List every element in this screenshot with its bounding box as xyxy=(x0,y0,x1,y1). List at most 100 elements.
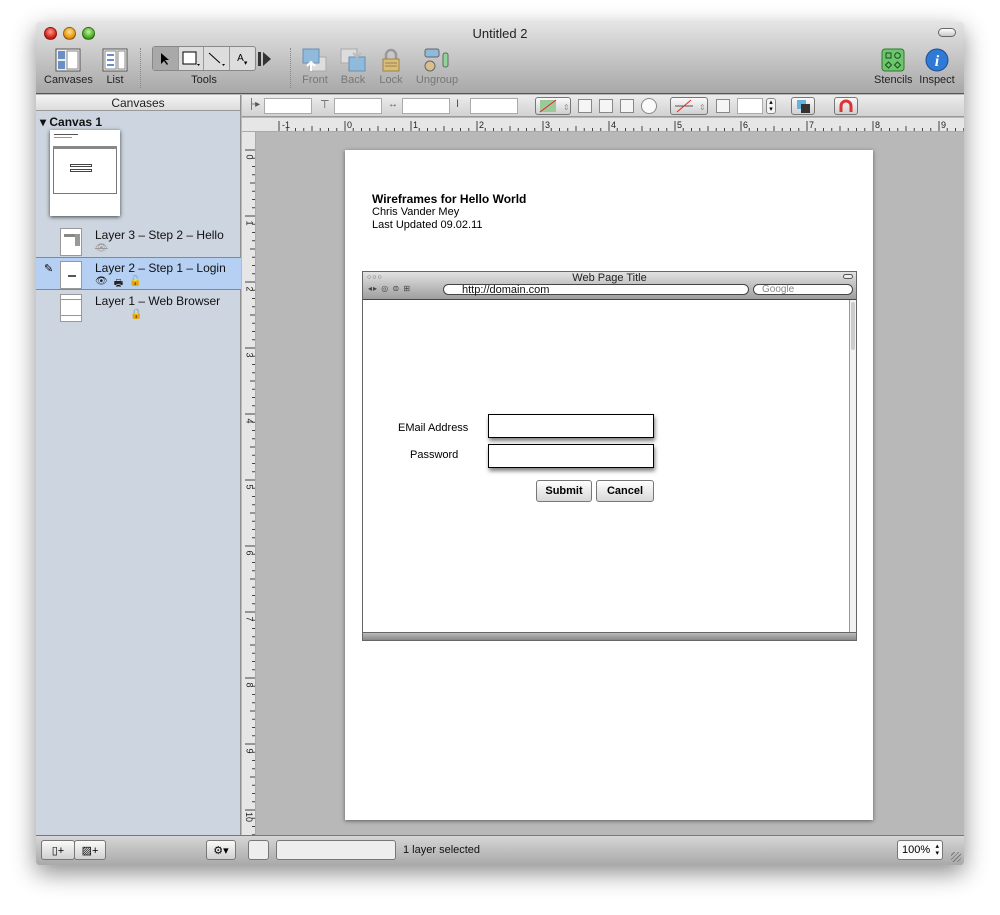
password-label: Password xyxy=(410,449,459,461)
vertical-ruler[interactable]: 0 1 2 3 4 5 6 7 8 9 10 xyxy=(242,132,256,835)
layer-thumbnail xyxy=(60,228,82,256)
title-bar: Untitled 2 Canvases List A ▾ Tools Front … xyxy=(36,22,964,94)
lock-button[interactable]: Lock xyxy=(376,46,406,86)
status-field[interactable] xyxy=(276,840,396,860)
height-icon: I xyxy=(456,98,460,110)
rotation-dial[interactable] xyxy=(641,98,657,114)
text-tool[interactable]: A ▾ xyxy=(230,47,255,70)
browser-chrome: ○○○ Web Page Title ◂▸ ◎ ⊜ ⊞ http://domai… xyxy=(363,272,856,300)
shape-tool[interactable] xyxy=(179,47,204,70)
canvases-icon xyxy=(55,48,81,72)
resize-grip[interactable] xyxy=(951,852,961,862)
inspector-bar: ├▸ ⊤ ↔ I ⇕ ⇕ ▴ ▾ xyxy=(242,95,964,117)
browser-title: Web Page Title xyxy=(572,272,647,284)
new-canvas-icon: ▯+ xyxy=(51,844,65,857)
status-text: 1 layer selected xyxy=(403,844,481,856)
canvas-thumbnail[interactable] xyxy=(50,130,120,216)
ungroup-button[interactable]: Ungroup xyxy=(414,46,460,86)
svg-text:⇕: ⇕ xyxy=(563,103,570,112)
stroke-color-button[interactable]: ⇕ xyxy=(670,97,708,115)
line-tool[interactable] xyxy=(204,47,230,70)
document-author: Chris Vander Mey xyxy=(372,206,460,218)
width-field[interactable] xyxy=(402,98,450,114)
horizontal-ruler[interactable]: -1 0 1 2 3 4 5 6 7 8 9 xyxy=(242,118,964,132)
list-icon xyxy=(102,48,128,72)
window-title: Untitled 2 xyxy=(472,26,528,41)
bottom-bar: ▯+ ▨+ ⚙▾ 1 layer selected 100% ▴ ▾ xyxy=(36,835,964,865)
layer-item-selected[interactable]: ✎ Layer 2 – Step 1 – Login 👁 🖶 🔓 xyxy=(36,257,241,290)
password-field[interactable] xyxy=(488,444,654,468)
app-window: Untitled 2 Canvases List A ▾ Tools Front … xyxy=(36,22,964,865)
rectangle-icon xyxy=(182,51,200,66)
y-position-icon: ⊤ xyxy=(320,99,330,111)
canvases-sidebar: Canvases ▾ Canvas 1 Layer 3 – Step 2 – H… xyxy=(36,95,241,835)
inspect-button[interactable]: i Inspect xyxy=(916,46,958,86)
pencil-icon: ✎ xyxy=(44,263,54,275)
bring-front-icon xyxy=(302,48,327,72)
action-menu-button[interactable]: ⚙▾ xyxy=(206,840,236,860)
layer-thumbnail xyxy=(60,261,82,289)
cancel-button[interactable]: Cancel xyxy=(596,480,654,502)
layer-item[interactable]: Layer 3 – Step 2 – Hello 👁 xyxy=(36,225,241,258)
list-button[interactable]: List xyxy=(100,46,130,86)
layer-thumbnail xyxy=(60,294,82,322)
y-position-field[interactable] xyxy=(334,98,382,114)
email-field[interactable] xyxy=(488,414,654,438)
add-layer-button[interactable]: ▨+ xyxy=(74,840,106,860)
arrow-cursor-icon xyxy=(161,52,170,65)
more-tools-icon[interactable] xyxy=(258,51,272,72)
ungroup-icon xyxy=(424,48,449,72)
magnet-icon xyxy=(839,99,853,112)
no-stroke-icon: ⇕ xyxy=(675,99,706,113)
arrange-icon xyxy=(797,100,810,113)
browser-search-field[interactable]: Google xyxy=(753,284,853,295)
stroke-width-stepper[interactable]: ▴ ▾ xyxy=(766,98,776,114)
browser-pill-icon xyxy=(843,274,853,279)
arrange-button[interactable] xyxy=(791,97,815,115)
stencils-icon xyxy=(881,48,905,72)
color-well[interactable] xyxy=(248,840,269,860)
x-position-icon: ├▸ xyxy=(248,99,261,110)
canvases-button[interactable]: Canvases xyxy=(44,46,93,86)
stepper-icon: ▴ ▾ xyxy=(935,843,939,857)
back-button[interactable]: Back xyxy=(336,46,370,86)
document-updated: Last Updated 09.02.11 xyxy=(372,219,483,231)
width-icon: ↔ xyxy=(388,99,398,110)
browser-scrollbar[interactable] xyxy=(849,300,856,632)
no-fill-icon: ⇕ xyxy=(539,99,570,113)
document-page[interactable]: Wireframes for Hello World Chris Vander … xyxy=(345,150,873,820)
gear-icon: ⚙▾ xyxy=(213,844,229,857)
new-layer-icon: ▨+ xyxy=(81,844,99,857)
layer-item[interactable]: Layer 1 – Web Browser 🔒 xyxy=(36,291,241,324)
submit-button[interactable]: Submit xyxy=(536,480,592,502)
document-title: Wireframes for Hello World xyxy=(372,192,527,206)
disclosure-triangle-icon[interactable]: ▾ xyxy=(40,115,49,129)
zoom-level-select[interactable]: 100% ▴ ▾ xyxy=(897,840,943,860)
stroke-style-button[interactable] xyxy=(599,99,613,113)
send-back-icon xyxy=(340,48,366,72)
stencils-button[interactable]: Stencils xyxy=(874,46,913,86)
info-icon: i xyxy=(925,48,949,72)
shadow-button[interactable] xyxy=(578,99,592,113)
svg-text:i: i xyxy=(935,53,940,70)
magnet-button[interactable] xyxy=(834,97,858,115)
url-field[interactable]: http://domain.com xyxy=(443,284,749,296)
tools-label: Tools xyxy=(191,74,217,86)
canvas-item[interactable]: ▾ Canvas 1 xyxy=(40,115,240,129)
browser-wireframe[interactable]: ○○○ Web Page Title ◂▸ ◎ ⊜ ⊞ http://domai… xyxy=(362,271,857,641)
fill-color-button[interactable]: ⇕ xyxy=(535,97,571,115)
sidebar-header: Canvases xyxy=(36,95,240,111)
x-position-field[interactable] xyxy=(264,98,312,114)
locked-icon[interactable]: 🔒 xyxy=(130,309,142,320)
front-button[interactable]: Front xyxy=(298,46,332,86)
line-style-button[interactable] xyxy=(716,99,730,113)
stroke-width-field[interactable] xyxy=(737,98,763,114)
tools-group: A ▾ xyxy=(152,46,256,71)
toolbar-toggle-button[interactable] xyxy=(938,28,956,37)
browser-nav-buttons-icon: ◂▸ ◎ ⊜ ⊞ xyxy=(368,284,412,293)
corner-button[interactable] xyxy=(620,99,634,113)
height-field[interactable] xyxy=(470,98,518,114)
add-canvas-button[interactable]: ▯+ xyxy=(41,840,75,860)
selection-tool[interactable] xyxy=(153,47,179,70)
hidden-eye-icon[interactable]: 👁 xyxy=(95,243,108,254)
